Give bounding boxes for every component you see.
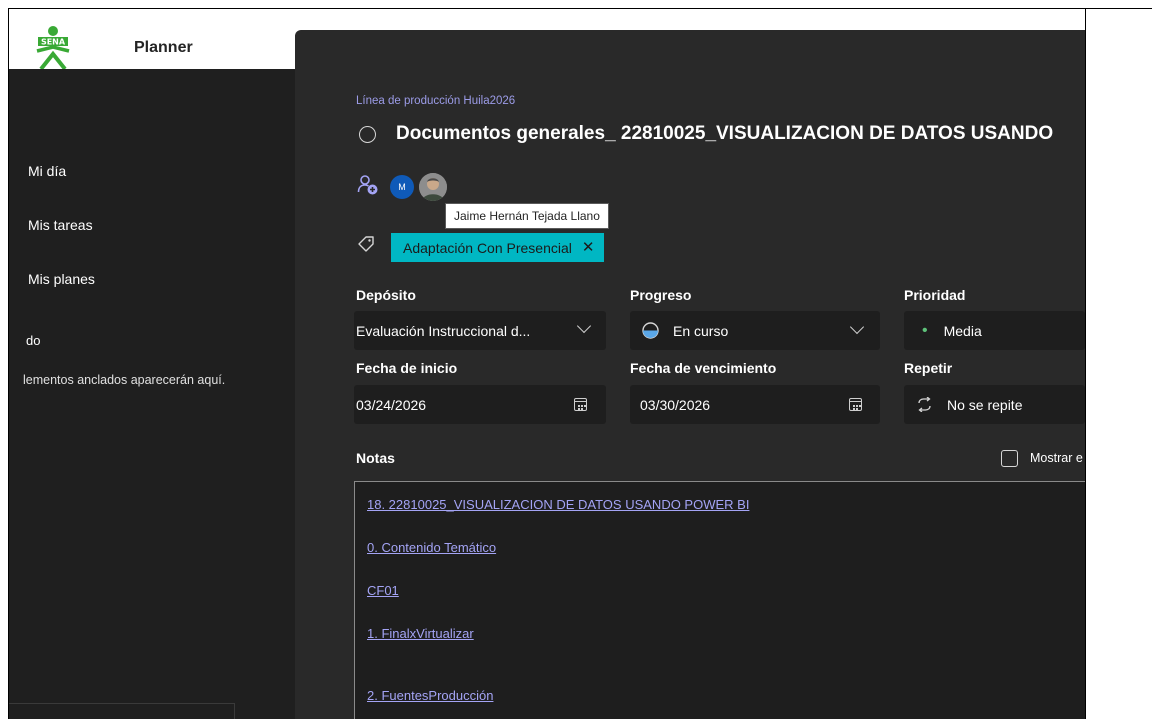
- frame-border-right: [1085, 8, 1086, 719]
- start-date-field[interactable]: 03/24/2026: [354, 385, 606, 424]
- task-title[interactable]: Documentos generales_ 22810025_VISUALIZA…: [396, 123, 1053, 145]
- note-link[interactable]: 2. FuentesProducción: [367, 688, 493, 703]
- sidebar-item-my-tasks[interactable]: Mis tareas: [28, 217, 93, 233]
- chevron-down-icon: [576, 318, 592, 334]
- bucket-value: Evaluación Instruccional d...: [356, 322, 531, 339]
- start-date-value: 03/24/2026: [356, 396, 427, 413]
- priority-value: Media: [943, 322, 982, 339]
- svg-text:SENA: SENA: [41, 38, 66, 47]
- calendar-icon[interactable]: [849, 398, 862, 411]
- priority-label: Prioridad: [904, 287, 966, 303]
- assign-user-icon[interactable]: [357, 174, 379, 196]
- note-link[interactable]: 1. FinalxVirtualizar: [367, 626, 474, 641]
- show-on-card-checkbox[interactable]: [1001, 450, 1018, 467]
- progress-half-icon: [642, 322, 659, 339]
- notes-editor[interactable]: 18. 22810025_VISUALIZACION DE DATOS USAN…: [354, 481, 1085, 719]
- sidebar-bottom-bar: [9, 703, 235, 719]
- due-date-label: Fecha de vencimiento: [630, 360, 777, 376]
- bucket-label: Depósito: [356, 287, 416, 303]
- chevron-down-icon: [849, 319, 865, 335]
- due-date-field[interactable]: 03/30/2026: [630, 385, 880, 424]
- due-date-value: 03/30/2026: [640, 396, 711, 413]
- label-chip[interactable]: Adaptación Con Presencial ✕: [391, 233, 605, 262]
- complete-task-toggle[interactable]: [359, 126, 376, 143]
- progress-value: En curso: [673, 322, 729, 339]
- avatar[interactable]: M: [390, 175, 414, 199]
- sidebar-item-my-plans[interactable]: Mis planes: [28, 271, 95, 287]
- repeat-icon: [918, 397, 931, 412]
- note-link[interactable]: CF01: [367, 583, 399, 598]
- app-title: Planner: [134, 39, 193, 56]
- label-chip-text: Adaptación Con Presencial: [403, 239, 572, 256]
- note-link[interactable]: 0. Contenido Temático: [367, 540, 496, 555]
- sena-logo-icon: SENA: [36, 26, 70, 69]
- repeat-dropdown[interactable]: No se repite: [904, 385, 1085, 424]
- sidebar-item-my-day[interactable]: Mi día: [28, 163, 66, 179]
- task-details-panel: Línea de producción Huila2026 Documentos…: [295, 30, 1085, 719]
- progress-dropdown[interactable]: En curso: [630, 311, 880, 350]
- assignee-tooltip: Jaime Hernán Tejada Llano: [445, 203, 609, 229]
- person-photo-icon: [419, 173, 447, 201]
- progress-label: Progreso: [630, 287, 692, 303]
- bucket-dropdown[interactable]: Evaluación Instruccional d...: [354, 311, 606, 350]
- repeat-label: Repetir: [904, 360, 953, 376]
- plan-name-link[interactable]: Línea de producción Huila2026: [356, 95, 515, 107]
- remove-label-icon[interactable]: ✕: [582, 240, 595, 255]
- priority-dropdown[interactable]: • Media: [904, 311, 1085, 350]
- pinned-heading: do: [26, 333, 41, 348]
- priority-bullet-icon: •: [922, 321, 928, 339]
- pinned-empty-message: lementos anclados aparecerán aquí.: [23, 373, 226, 387]
- avatar-photo[interactable]: [419, 173, 447, 201]
- screen: SENA Planner Mi día Mis tareas Mis plane…: [0, 0, 1152, 719]
- notes-label: Notas: [356, 450, 395, 466]
- show-on-card-label: Mostrar e: [1030, 451, 1083, 465]
- start-date-label: Fecha de inicio: [356, 360, 458, 376]
- repeat-value: No se repite: [947, 396, 1023, 413]
- sidebar: Mi día Mis tareas Mis planes do lementos…: [9, 69, 295, 719]
- note-link[interactable]: 18. 22810025_VISUALIZACION DE DATOS USAN…: [367, 497, 749, 512]
- tag-icon: [358, 236, 374, 252]
- calendar-icon[interactable]: [574, 398, 587, 411]
